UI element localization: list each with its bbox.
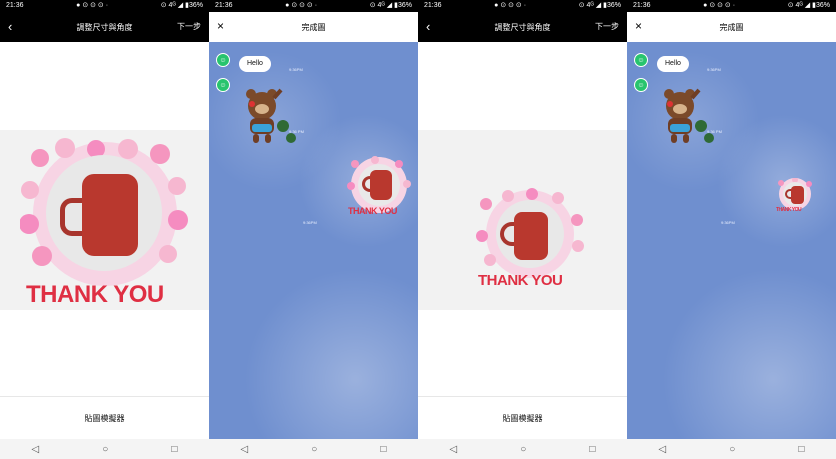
thank-you-sticker[interactable]: THANK YOU	[474, 188, 586, 290]
red-cup-icon	[791, 186, 804, 204]
next-button[interactable]: 下一步	[177, 21, 201, 32]
message-time: 9:36PM	[289, 67, 303, 72]
title-bar: × 完成圖	[627, 12, 836, 42]
title-bar: ‹ 調整尺寸與角度 下一步	[418, 12, 627, 42]
bear-sticker-icon[interactable]	[238, 86, 296, 146]
nav-recent-icon[interactable]: □	[589, 444, 595, 455]
status-icons: ● ⊙ ⊙ ⊙ ·	[76, 2, 109, 9]
status-time: 21:36	[215, 2, 233, 9]
page-title: 完成圖	[719, 22, 744, 32]
avatar-icon[interactable]: ☺	[216, 53, 230, 67]
status-battery: ⊙ 4ᴳ ◢ ▮36%	[160, 2, 203, 9]
nav-recent-icon[interactable]: □	[798, 444, 804, 455]
thank-you-text: THANK YOU	[348, 206, 397, 216]
sticker-preview-area: THANK YOU	[0, 130, 209, 310]
nav-home-icon[interactable]: ○	[311, 444, 317, 455]
nav-back-icon[interactable]: ◁	[450, 444, 458, 455]
message-bubble: Hello	[657, 56, 689, 72]
nav-home-icon[interactable]: ○	[520, 444, 526, 455]
status-battery: ⊙ 4ᴳ ◢ ▮36%	[369, 2, 412, 9]
back-icon[interactable]: ‹	[426, 20, 430, 34]
nav-back-icon[interactable]: ◁	[241, 444, 249, 455]
status-bar: 21:36 ● ⊙ ⊙ ⊙ · ⊙ 4ᴳ ◢ ▮36%	[0, 0, 209, 12]
thank-you-sticker[interactable]: THANK YOU	[19, 138, 190, 308]
bear-sticker-icon[interactable]	[656, 86, 714, 146]
message-bubble: Hello	[239, 56, 271, 72]
android-navbar: ◁ ○ □	[0, 439, 209, 459]
status-time: 21:36	[424, 2, 442, 9]
android-navbar: ◁ ○ □	[418, 439, 627, 459]
status-battery: ⊙ 4ᴳ ◢ ▮36%	[578, 2, 621, 9]
close-icon[interactable]: ×	[217, 19, 224, 33]
next-button[interactable]: 下一步	[595, 21, 619, 32]
message-time: 9:36PM	[721, 220, 735, 225]
message-time: 9:36PM	[707, 67, 721, 72]
thank-you-text: THANK YOU	[26, 281, 164, 308]
status-bar: 21:36 ● ⊙ ⊙ ⊙ · ⊙ 4ᴳ ◢ ▮36%	[418, 0, 627, 12]
thank-you-text: THANK YOU	[776, 207, 802, 213]
avatar-icon[interactable]: ☺	[216, 78, 230, 92]
sticker-simulator-label: 貼圖模擬器	[418, 396, 627, 439]
status-icons: ● ⊙ ⊙ ⊙ ·	[285, 2, 318, 9]
nav-back-icon[interactable]: ◁	[659, 444, 667, 455]
title-bar: × 完成圖	[209, 12, 418, 42]
nav-recent-icon[interactable]: □	[380, 444, 386, 455]
screens-collage: 21:36 ● ⊙ ⊙ ⊙ · ⊙ 4ᴳ ◢ ▮36% ‹ 調整尺寸與角度 下一…	[0, 0, 836, 459]
nav-home-icon[interactable]: ○	[102, 444, 108, 455]
status-time: 21:36	[633, 2, 651, 9]
nav-back-icon[interactable]: ◁	[32, 444, 40, 455]
screen-editor-2: 21:36 ● ⊙ ⊙ ⊙ · ⊙ 4ᴳ ◢ ▮36% ‹ 調整尺寸與角度 下一…	[418, 0, 627, 459]
page-title: 調整尺寸與角度	[76, 22, 133, 32]
status-icons: ● ⊙ ⊙ ⊙ ·	[494, 2, 527, 9]
sticker-preview-area: THANK YOU	[418, 130, 627, 310]
page-title: 完成圖	[301, 22, 326, 32]
thank-you-sticker[interactable]: THANK YOU	[345, 156, 413, 220]
message-time: 9:36 PM	[289, 129, 304, 134]
status-icons: ● ⊙ ⊙ ⊙ ·	[703, 2, 736, 9]
nav-recent-icon[interactable]: □	[171, 444, 177, 455]
screen-chat-2: 21:36 ● ⊙ ⊙ ⊙ · ⊙ 4ᴳ ◢ ▮36% × 完成圖 ☺ Hell…	[627, 0, 836, 459]
red-cup-icon	[370, 170, 392, 200]
sticker-simulator-label: 貼圖模擬器	[0, 396, 209, 439]
red-cup-icon	[82, 174, 138, 256]
screen-editor-1: 21:36 ● ⊙ ⊙ ⊙ · ⊙ 4ᴳ ◢ ▮36% ‹ 調整尺寸與角度 下一…	[0, 0, 209, 459]
red-cup-icon	[514, 212, 548, 260]
thank-you-text: THANK YOU	[478, 272, 563, 289]
thank-you-sticker[interactable]: THANK YOU	[775, 177, 815, 216]
avatar-icon[interactable]: ☺	[634, 78, 648, 92]
page-title: 調整尺寸與角度	[494, 22, 551, 32]
android-navbar: ◁ ○ □	[627, 439, 836, 459]
status-battery: ⊙ 4ᴳ ◢ ▮36%	[787, 2, 830, 9]
close-icon[interactable]: ×	[635, 19, 642, 33]
screen-chat-1: 21:36 ● ⊙ ⊙ ⊙ · ⊙ 4ᴳ ◢ ▮36% × 完成圖 ☺ Hell…	[209, 0, 418, 459]
nav-home-icon[interactable]: ○	[729, 444, 735, 455]
title-bar: ‹ 調整尺寸與角度 下一步	[0, 12, 209, 42]
android-navbar: ◁ ○ □	[209, 439, 418, 459]
message-time: 9:36PM	[303, 220, 317, 225]
avatar-icon[interactable]: ☺	[634, 53, 648, 67]
status-bar: 21:36 ● ⊙ ⊙ ⊙ · ⊙ 4ᴳ ◢ ▮36%	[627, 0, 836, 12]
status-bar: 21:36 ● ⊙ ⊙ ⊙ · ⊙ 4ᴳ ◢ ▮36%	[209, 0, 418, 12]
message-time: 9:36 PM	[707, 129, 722, 134]
back-icon[interactable]: ‹	[8, 20, 12, 34]
status-time: 21:36	[6, 2, 24, 9]
